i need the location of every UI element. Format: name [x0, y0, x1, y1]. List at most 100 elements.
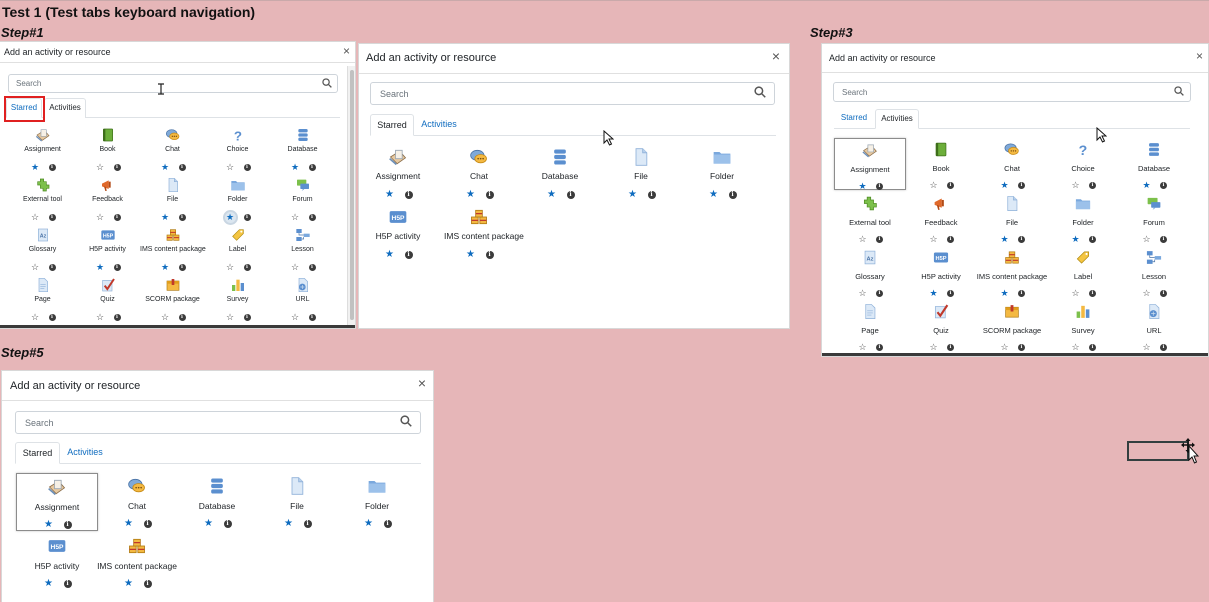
activity-item-book[interactable]: Book ☆ i [905, 138, 977, 190]
star-outline-icon[interactable]: ☆ [857, 342, 868, 353]
activity-item-file[interactable]: File ★ i [256, 473, 338, 531]
info-icon[interactable]: i [303, 519, 312, 528]
activity-item-glossary[interactable]: Az Glossary ☆ i [10, 226, 75, 274]
star-outline-icon[interactable]: ☆ [1141, 234, 1152, 245]
search-input[interactable] [834, 83, 1190, 101]
search-input[interactable] [9, 75, 337, 92]
info-icon[interactable]: i [876, 183, 883, 191]
search-field[interactable] [8, 74, 338, 93]
star-outline-icon[interactable]: ☆ [30, 262, 41, 273]
tab-starred[interactable]: Starred [15, 442, 60, 464]
close-button[interactable]: × [418, 375, 426, 391]
info-icon[interactable]: i [1089, 290, 1096, 298]
info-icon[interactable]: i [383, 519, 392, 528]
star-outline-icon[interactable]: ☆ [95, 212, 106, 223]
star-filled-icon[interactable]: ★ [627, 189, 639, 201]
activity-item-chat[interactable]: Chat ★ i [444, 144, 514, 200]
star-outline-icon[interactable]: ☆ [1070, 288, 1081, 299]
activity-item-file[interactable]: File ★ i [976, 192, 1048, 244]
activity-item-book[interactable]: Book ☆ i [75, 126, 140, 174]
star-outline-icon[interactable]: ☆ [95, 312, 106, 323]
activity-item-forum[interactable]: Forum ☆ i [270, 176, 335, 224]
activity-item-url[interactable]: URL ☆ i [1118, 300, 1190, 352]
star-outline-icon[interactable]: ☆ [290, 262, 301, 273]
activity-item-glossary[interactable]: Az Glossary ☆ i [834, 246, 906, 298]
activity-item-assignment[interactable]: Assignment ★ i [363, 144, 433, 200]
star-outline-icon[interactable]: ☆ [1141, 288, 1152, 299]
star-filled-icon[interactable]: ★ [203, 518, 215, 530]
info-icon[interactable]: i [308, 314, 316, 322]
info-icon[interactable]: i [1160, 182, 1167, 190]
info-icon[interactable]: i [243, 164, 251, 172]
info-icon[interactable]: i [566, 190, 575, 199]
star-outline-icon[interactable]: ☆ [928, 234, 939, 245]
star-outline-icon[interactable]: ☆ [857, 288, 868, 299]
activity-item-h5p-activity[interactable]: H5P H5P activity ★ i [905, 246, 977, 298]
search-input[interactable] [16, 412, 420, 433]
activity-item-chat[interactable]: Chat ★ i [976, 138, 1048, 190]
activity-item-chat[interactable]: Chat ★ i [140, 126, 205, 174]
tab-activities[interactable]: Activities [61, 442, 109, 464]
info-icon[interactable]: i [48, 164, 56, 172]
info-icon[interactable]: i [947, 182, 954, 190]
star-outline-icon[interactable]: ☆ [1070, 342, 1081, 353]
star-filled-icon[interactable]: ★ [43, 578, 55, 590]
activity-item-file[interactable]: File ★ i [606, 144, 676, 200]
activity-item-quiz[interactable]: Quiz ☆ i [905, 300, 977, 352]
info-icon[interactable]: i [1018, 236, 1025, 244]
star-filled-icon[interactable]: ★ [928, 288, 939, 299]
tab-activities[interactable]: Activities [416, 114, 462, 136]
activity-item-survey[interactable]: Survey ☆ i [205, 276, 270, 324]
info-icon[interactable]: i [243, 314, 251, 322]
activity-item-assignment[interactable]: Assignment ★ i [16, 473, 98, 531]
activity-item-h5p-activity[interactable]: H5P H5P activity ★ i [16, 533, 98, 591]
activity-item-h5p-activity[interactable]: H5P H5P activity ★ i [75, 226, 140, 274]
info-icon[interactable]: i [1018, 344, 1025, 352]
star-outline-icon[interactable]: ☆ [30, 212, 41, 223]
tab-activities[interactable]: Activities [875, 109, 919, 129]
info-icon[interactable]: i [113, 314, 121, 322]
activity-item-ims-content-package[interactable]: IMS content package ★ i [976, 246, 1048, 298]
activity-item-file[interactable]: File ★ i [140, 176, 205, 224]
star-filled-icon[interactable]: ★ [160, 262, 171, 273]
info-icon[interactable]: i [876, 344, 883, 352]
activity-item-feedback[interactable]: Feedback ☆ i [75, 176, 140, 224]
star-outline-icon[interactable]: ☆ [225, 312, 236, 323]
info-icon[interactable]: i [485, 250, 494, 259]
info-icon[interactable]: i [308, 264, 316, 272]
activity-item-choice[interactable]: ? Choice ☆ i [1047, 138, 1119, 190]
info-icon[interactable]: i [485, 190, 494, 199]
star-outline-icon[interactable]: ☆ [30, 312, 41, 323]
info-icon[interactable]: i [876, 290, 883, 298]
star-outline-icon[interactable]: ☆ [225, 262, 236, 273]
info-icon[interactable]: i [1018, 182, 1025, 190]
tab-activities[interactable]: Activities [44, 98, 86, 118]
info-icon[interactable]: i [1018, 290, 1025, 298]
activity-item-forum[interactable]: Forum ☆ i [1118, 192, 1190, 244]
info-icon[interactable]: i [63, 520, 72, 529]
info-icon[interactable]: i [947, 236, 954, 244]
activity-item-h5p-activity[interactable]: H5P H5P activity ★ i [363, 204, 433, 260]
activity-item-chat[interactable]: Chat ★ i [96, 473, 178, 531]
info-icon[interactable]: i [1160, 290, 1167, 298]
activity-item-ims-content-package[interactable]: IMS content package ★ i [96, 533, 178, 591]
info-icon[interactable]: i [243, 214, 251, 222]
close-button[interactable]: × [343, 44, 350, 58]
activity-item-page[interactable]: Page ☆ i [834, 300, 906, 352]
info-icon[interactable]: i [143, 519, 152, 528]
activity-item-choice[interactable]: ? Choice ☆ i [205, 126, 270, 174]
star-filled-icon[interactable]: ★ [224, 212, 236, 224]
info-icon[interactable]: i [1089, 236, 1096, 244]
star-filled-icon[interactable]: ★ [95, 262, 106, 273]
star-filled-icon[interactable]: ★ [999, 288, 1010, 299]
star-outline-icon[interactable]: ☆ [290, 212, 301, 223]
info-icon[interactable]: i [178, 214, 186, 222]
info-icon[interactable]: i [143, 579, 152, 588]
activity-item-database[interactable]: Database ★ i [1118, 138, 1190, 190]
tab-starred[interactable]: Starred [370, 114, 414, 136]
scrollbar-thumb[interactable] [350, 70, 354, 320]
activity-item-survey[interactable]: Survey ☆ i [1047, 300, 1119, 352]
info-icon[interactable]: i [223, 519, 232, 528]
activity-item-scorm-package[interactable]: SCORM package ☆ i [140, 276, 205, 324]
star-outline-icon[interactable]: ☆ [857, 234, 868, 245]
